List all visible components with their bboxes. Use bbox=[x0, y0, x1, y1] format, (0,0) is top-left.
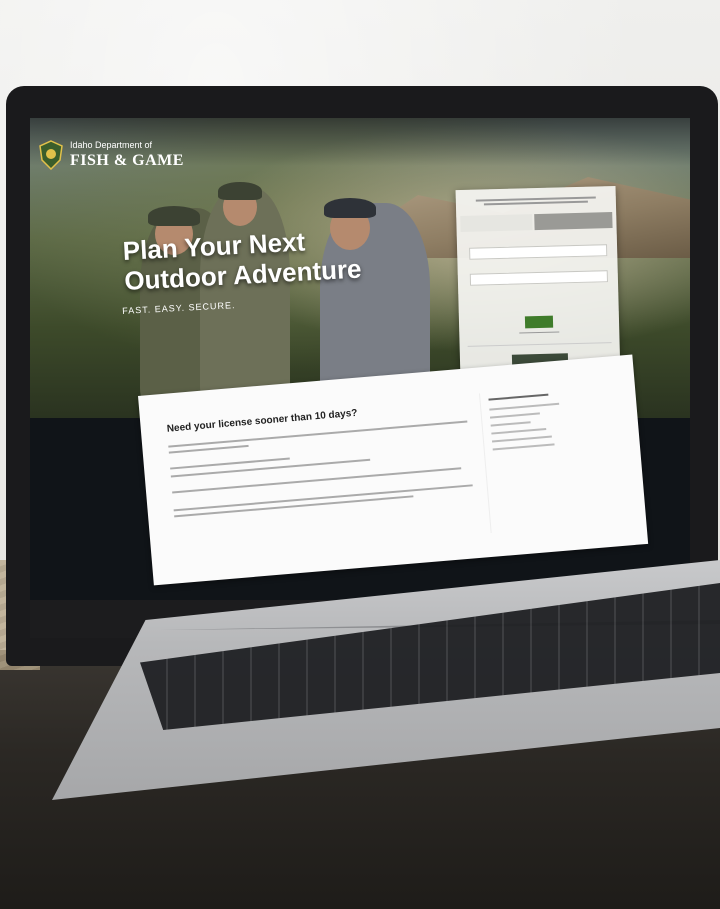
info-card: Need your license sooner than 10 days? bbox=[138, 354, 649, 586]
login-panel bbox=[455, 185, 621, 381]
hat bbox=[148, 206, 200, 226]
forgot-password-link[interactable] bbox=[519, 331, 560, 334]
hat bbox=[218, 182, 262, 200]
laptop-screen: Idaho Department of FISH & GAME Plan You… bbox=[30, 118, 690, 623]
info-card-sidebar bbox=[478, 382, 622, 533]
brand-title[interactable]: FISH & GAME bbox=[70, 152, 184, 170]
hat bbox=[324, 198, 376, 218]
sidebar-link[interactable] bbox=[492, 443, 555, 451]
tab-create-account[interactable] bbox=[534, 212, 613, 231]
password-input[interactable] bbox=[469, 270, 609, 286]
sidebar-link[interactable] bbox=[490, 421, 531, 427]
sidebar-link[interactable] bbox=[491, 435, 552, 443]
fish-game-logo-icon[interactable] bbox=[38, 140, 64, 170]
sidebar-link[interactable] bbox=[489, 402, 560, 411]
sidebar-link[interactable] bbox=[489, 412, 540, 419]
info-card-title: Need your license sooner than 10 days? bbox=[166, 407, 358, 435]
panel-divider bbox=[467, 342, 612, 347]
hero-title: Plan Your Next Outdoor Adventure bbox=[122, 224, 362, 295]
sidebar-link[interactable] bbox=[491, 427, 547, 435]
brand-subtitle: Idaho Department of bbox=[70, 140, 153, 150]
login-button[interactable] bbox=[524, 315, 554, 329]
username-input[interactable] bbox=[469, 244, 608, 260]
login-tabs bbox=[460, 212, 613, 233]
login-note bbox=[466, 194, 606, 208]
tab-login[interactable] bbox=[460, 214, 533, 233]
sidebar-heading-line bbox=[488, 393, 549, 401]
text-line bbox=[170, 458, 371, 478]
